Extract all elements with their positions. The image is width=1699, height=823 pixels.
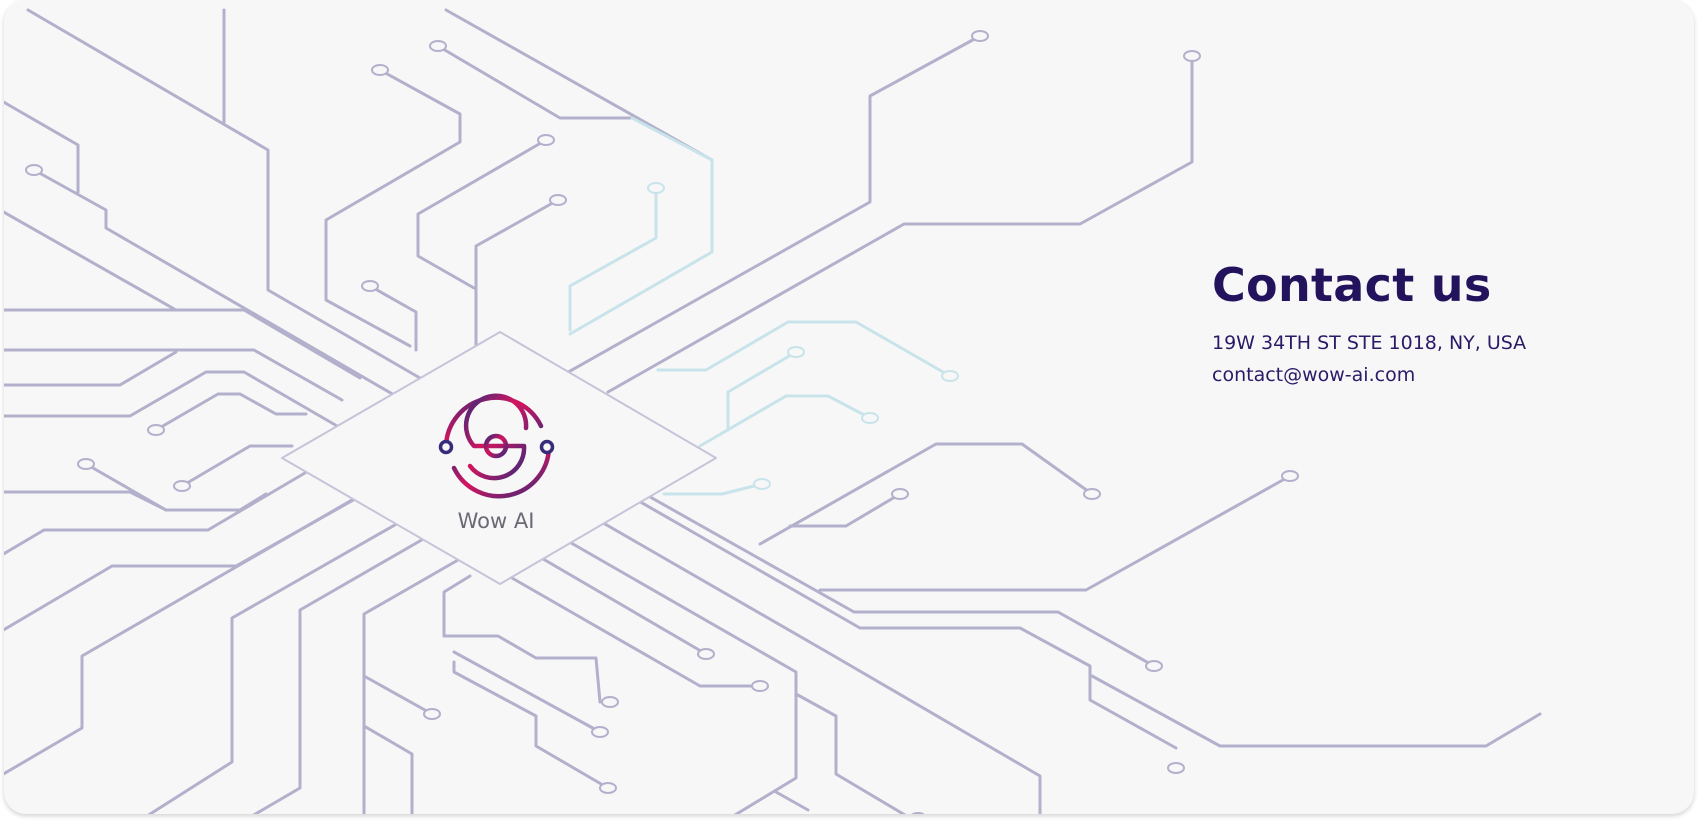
page-title: Contact us bbox=[1212, 258, 1492, 312]
email-link[interactable]: contact@wow-ai.com bbox=[1212, 359, 1642, 391]
contact-info: Contact us 19W 34TH ST STE 1018, NY, USA… bbox=[1212, 255, 1642, 391]
circuit-board-illustration: Wow AI bbox=[4, 8, 1542, 814]
brand-name: Wow AI bbox=[458, 509, 535, 533]
contact-card: Wow AI Contact us 19W 34TH ST STE 1018, … bbox=[4, 0, 1694, 814]
address-text: 19W 34TH ST STE 1018, NY, USA bbox=[1212, 332, 1527, 354]
